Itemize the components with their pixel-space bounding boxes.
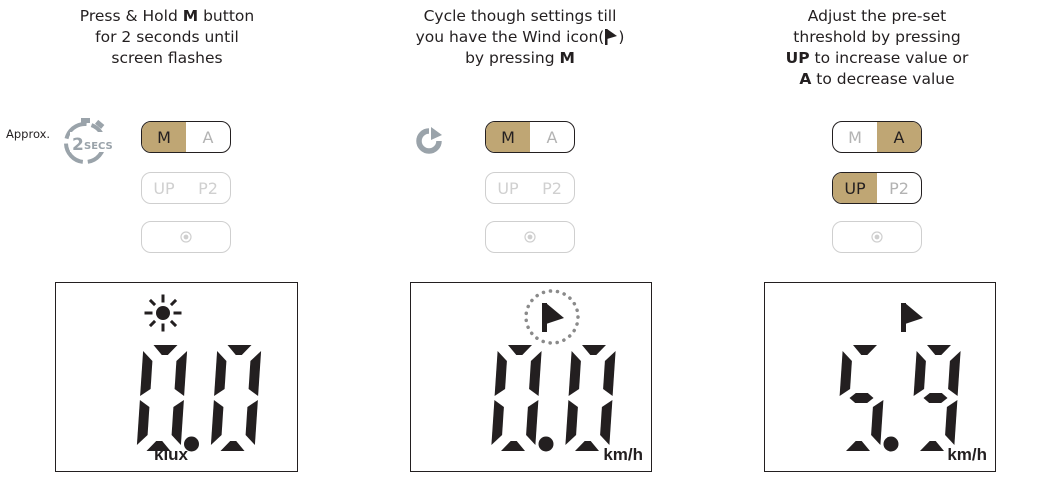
m-button[interactable]: M (486, 122, 530, 152)
segment-e (565, 400, 578, 445)
step2-lcd-display: km/h (410, 282, 652, 472)
timer-unit: SECS (84, 141, 113, 152)
wind-flag-icon (605, 29, 618, 45)
instr-key-a: A (799, 70, 812, 88)
segment-b (174, 351, 188, 396)
lcd-digit (839, 345, 884, 451)
a-button[interactable]: A (186, 122, 230, 152)
unit-label: km/h (947, 445, 987, 464)
approx-label: Approx. (6, 127, 51, 141)
instr-text: to decrease value (811, 70, 955, 88)
segment-e (491, 400, 504, 445)
m-button[interactable]: M (833, 122, 877, 152)
instr-key-up: UP (785, 49, 810, 67)
lcd-digit (913, 345, 961, 451)
instr-text: ) (618, 28, 625, 46)
timer-number: 2 (72, 135, 84, 155)
decimal-point (883, 436, 899, 452)
segment-d (220, 441, 245, 451)
instr-key-m: M (182, 7, 199, 25)
instr-text: screen flashes (111, 49, 223, 67)
segment-f (494, 351, 507, 396)
lcd-digit (210, 345, 262, 451)
m-button[interactable]: M (142, 122, 186, 152)
instr-key-m: M (559, 49, 575, 67)
step3-m-a-button[interactable]: M A (832, 121, 922, 153)
segment-a (927, 345, 951, 355)
step1-up-p2-button[interactable]: UP P2 (141, 172, 231, 204)
segment-c (871, 400, 884, 445)
up-button[interactable]: UP (833, 173, 877, 203)
segment-c (600, 400, 613, 445)
segment-f (214, 351, 227, 396)
segment-c (526, 400, 539, 445)
segment-c (171, 400, 184, 445)
stopwatch-icon: 2 SECS (64, 118, 122, 164)
segment-e (136, 400, 150, 445)
p2-button[interactable]: P2 (530, 173, 574, 203)
step3-center-button[interactable] (832, 221, 922, 253)
instr-text: by pressing (465, 49, 560, 67)
segment-b (248, 351, 262, 396)
instr-text: Cycle though settings till (423, 7, 617, 25)
lcd-digit (565, 345, 616, 451)
lcd-digit (491, 345, 542, 451)
instr-text: Adjust the pre-set (807, 7, 947, 25)
segment-d (846, 441, 870, 451)
decimal-point (538, 436, 554, 452)
instr-text: for 2 seconds until (95, 28, 239, 46)
radio-dot-icon (180, 231, 192, 243)
step3-lcd-display: km/h (764, 282, 996, 472)
p2-button[interactable]: P2 (877, 173, 921, 203)
segment-a (582, 345, 606, 355)
a-button[interactable]: A (877, 122, 921, 152)
radio-dot-icon (524, 231, 536, 243)
instr-text: you have the Wind icon( (415, 28, 605, 46)
segment-f (568, 351, 581, 396)
segment-b (948, 351, 961, 396)
instr-text: Press & Hold (79, 7, 183, 25)
segment-d (575, 441, 599, 451)
step-3-instruction: Adjust the pre-set threshold by pressing… (752, 6, 1002, 90)
step1-m-a-button[interactable]: M A (141, 121, 231, 153)
cycle-arrow-icon (416, 127, 442, 154)
step1-lcd-display: klux (55, 282, 298, 472)
segment-c (245, 400, 258, 445)
unit-label: km/h (603, 445, 643, 464)
step1-center-button[interactable] (141, 221, 231, 253)
segment-f (913, 351, 926, 396)
segment-g (849, 393, 874, 403)
segment-g (923, 393, 948, 403)
instr-text: to increase value or (809, 49, 969, 67)
segment-f (839, 351, 852, 396)
step2-up-p2-button[interactable]: UP P2 (485, 172, 575, 204)
step3-up-p2-button[interactable]: UP P2 (832, 172, 922, 204)
segment-a (227, 345, 252, 355)
step2-m-a-button[interactable]: M A (485, 121, 575, 153)
step2-center-button[interactable] (485, 221, 575, 253)
segment-b (603, 351, 616, 396)
instr-text: threshold by pressing (793, 28, 961, 46)
segment-c (945, 400, 958, 445)
lcd-digit (136, 345, 188, 451)
instr-text: button (198, 7, 255, 25)
segment-e (210, 400, 224, 445)
p2-button[interactable]: P2 (186, 173, 230, 203)
segment-a (508, 345, 532, 355)
up-button[interactable]: UP (142, 173, 186, 203)
unit-label: klux (154, 445, 189, 464)
step-2-instruction: Cycle though settings till you have the … (395, 6, 645, 69)
segment-a (853, 345, 877, 355)
segment-d (501, 441, 525, 451)
segment-f (140, 351, 153, 396)
segment-a (153, 345, 178, 355)
segment-b (529, 351, 542, 396)
segment-d (920, 441, 944, 451)
step-1-instruction: Press & Hold M button for 2 seconds unti… (42, 6, 292, 69)
a-button[interactable]: A (530, 122, 574, 152)
radio-dot-icon (871, 231, 883, 243)
up-button[interactable]: UP (486, 173, 530, 203)
